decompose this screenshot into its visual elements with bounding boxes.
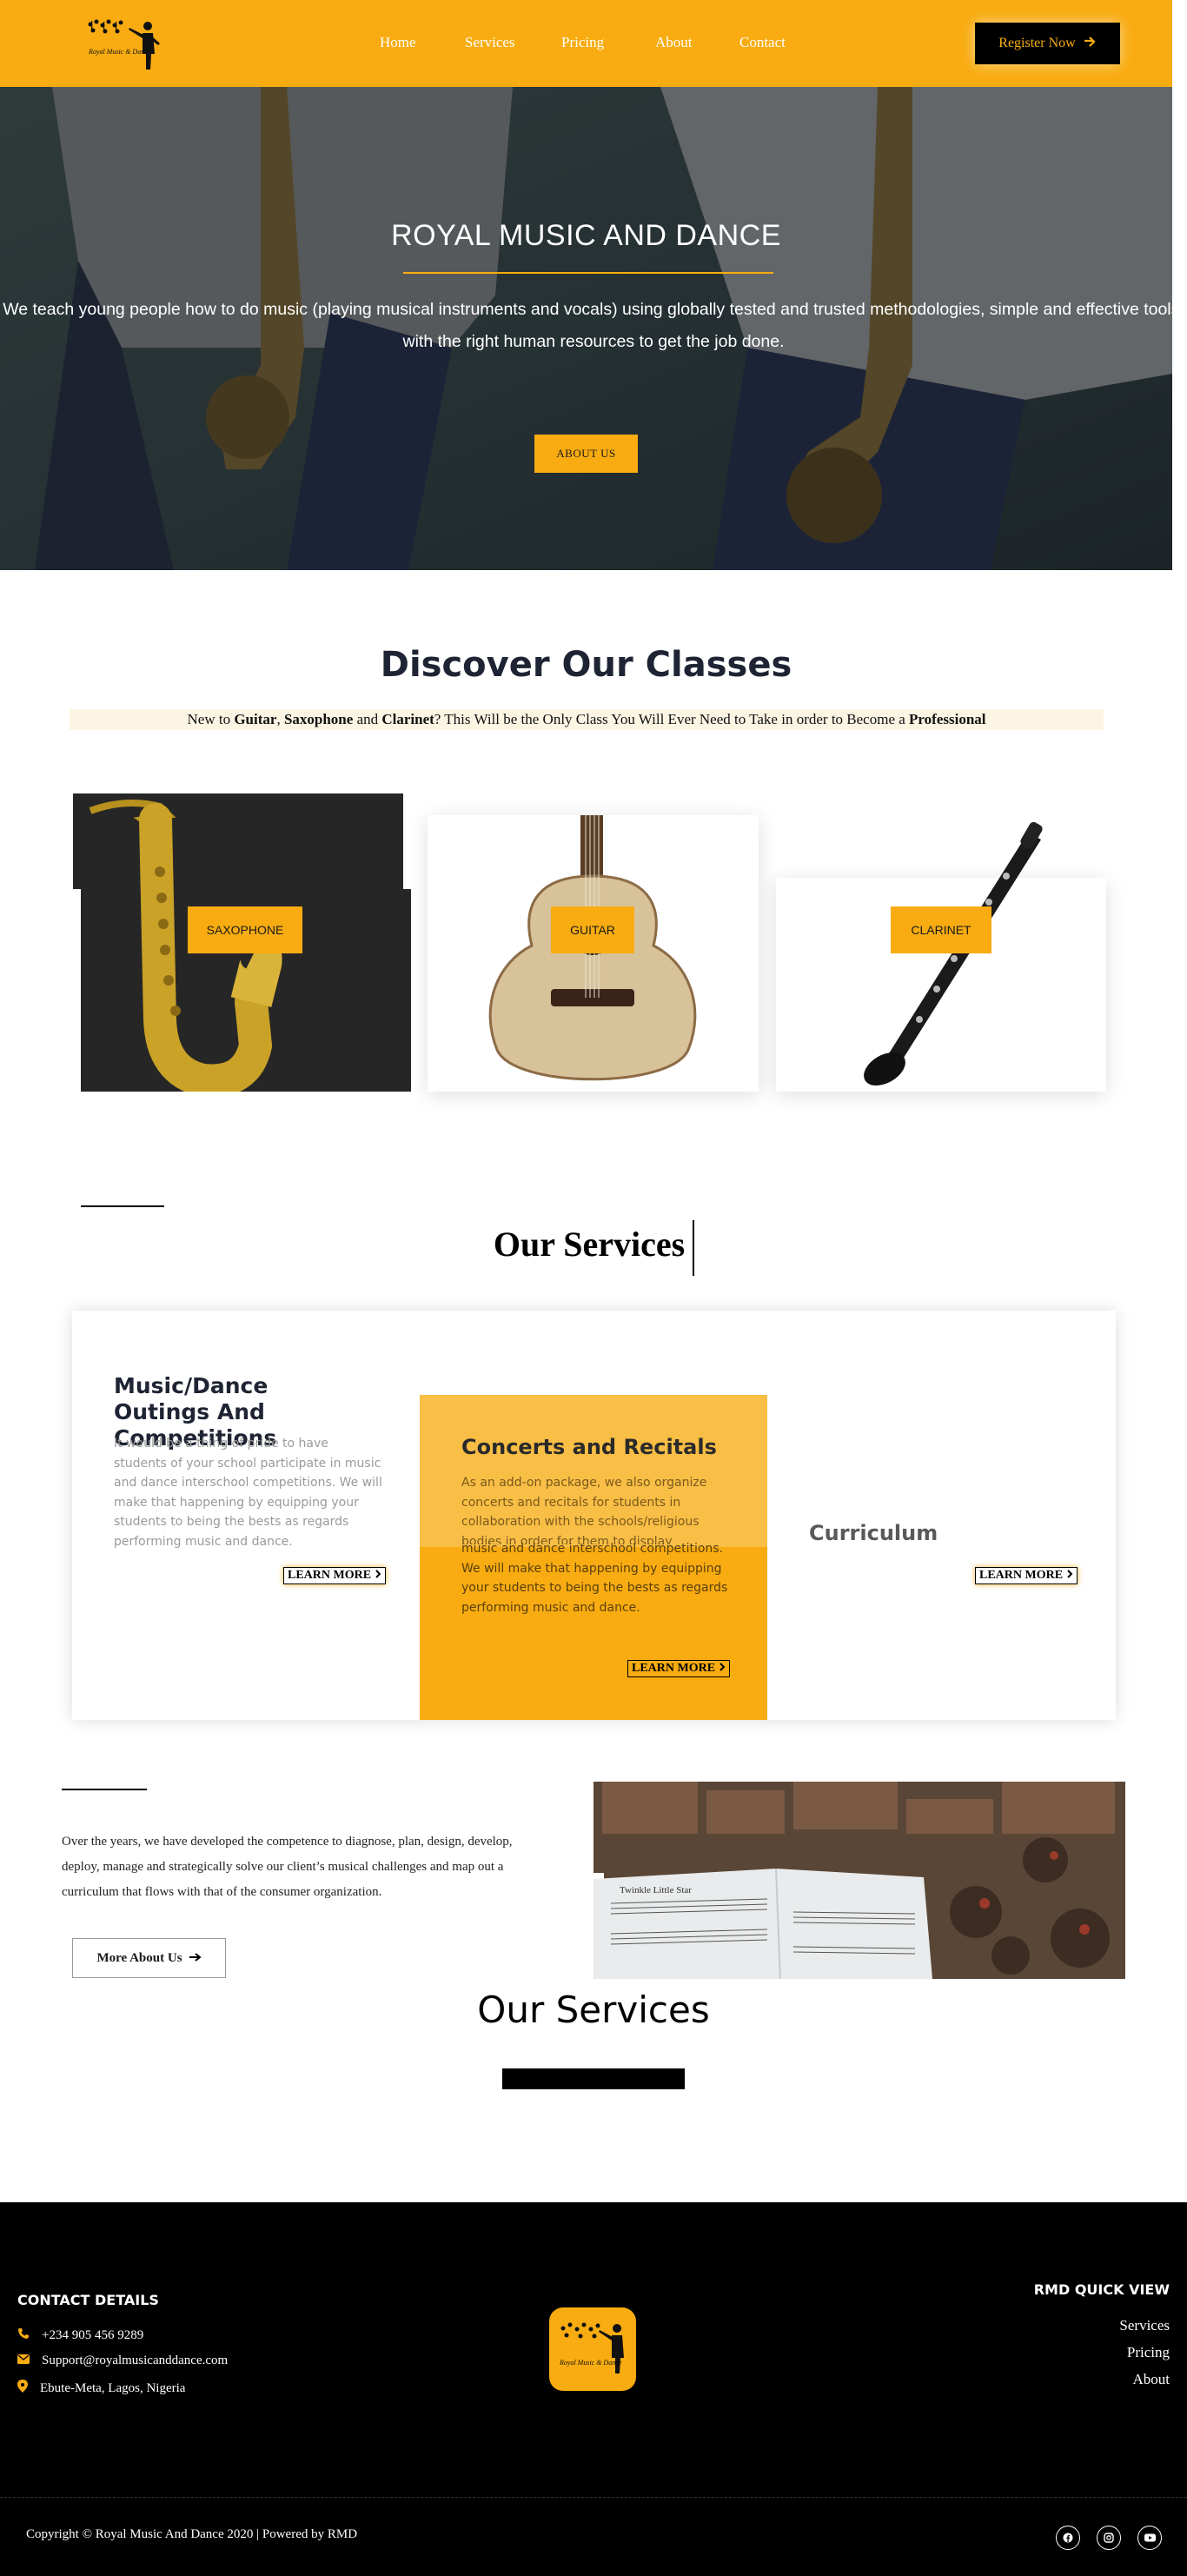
subtitle-clarinet: Clarinet [381, 711, 434, 727]
instagram-icon[interactable] [1097, 2526, 1121, 2550]
email-icon [17, 2354, 30, 2368]
guitar-label[interactable]: GUITAR [551, 906, 634, 953]
learn-more-label: LEARN MORE [288, 1569, 372, 1582]
arrow-right-icon [189, 1951, 202, 1966]
subtitle-text: New to [187, 711, 235, 727]
hero-title: ROYAL MUSIC AND DANCE [391, 219, 781, 252]
footer-link-services[interactable]: Services [1119, 2317, 1170, 2334]
arrow-right-icon [1084, 36, 1097, 51]
nav-contact[interactable]: Contact [739, 34, 786, 51]
service-title-concerts: Concerts and Recitals [461, 1435, 717, 1459]
contact-title: CONTACT DETAILS [17, 2292, 159, 2308]
more-about-us-button[interactable]: More About Us [72, 1938, 226, 1978]
copyright-text: Copyright © Royal Music And Dance 2020 |… [26, 2527, 358, 2541]
learn-more-button[interactable]: LEARN MORE [627, 1660, 731, 1677]
service-title-curriculum: Curriculum [809, 1521, 938, 1545]
site-footer: CONTACT DETAILS +234 905 456 9289 Suppor… [0, 2202, 1187, 2576]
services-bar [502, 2068, 685, 2089]
about-us-button[interactable]: ABOUT US [534, 435, 638, 473]
chevron-right-icon [1066, 1569, 1073, 1583]
contact-email[interactable]: Support@royalmusicanddance.com [17, 2354, 228, 2368]
typing-cursor [693, 1220, 694, 1276]
contact-phone[interactable]: +234 905 456 9289 [17, 2327, 143, 2344]
hero-section: ROYAL MUSIC AND DANCE We teach young peo… [0, 87, 1172, 570]
hero-divider [403, 272, 773, 274]
services-title: Our Services [493, 1225, 686, 1264]
subtitle-professional: Professional [909, 711, 986, 727]
more-about-us-label: More About Us [96, 1950, 182, 1965]
subtitle-text: and [353, 711, 382, 727]
discover-subtitle: New to Guitar, Saxophone and Clarinet? T… [70, 711, 1104, 728]
hero-description: We teach young people how to do music (p… [3, 300, 1172, 351]
subtitle-text: ? This Will be the Only Class You Will E… [434, 711, 910, 727]
subtitle-guitar: Guitar [234, 711, 277, 727]
subtitle-text: , [276, 711, 284, 727]
clarinet-image [864, 821, 1043, 1086]
learn-more-label: LEARN MORE [632, 1662, 716, 1675]
guitar-image [488, 815, 697, 1081]
services-title-2: Our Services [477, 1988, 710, 2031]
phone-icon [17, 2327, 30, 2344]
footer-link-pricing[interactable]: Pricing [1127, 2344, 1170, 2361]
learn-more-button[interactable]: LEARN MORE [975, 1567, 1078, 1584]
about-rule [62, 1789, 147, 1790]
quick-view-title: RMD QUICK VIEW [1033, 2281, 1170, 2298]
svg-text:Royal Music & Dance: Royal Music & Dance [88, 48, 151, 56]
services-rule [81, 1205, 164, 1207]
nav-pricing[interactable]: Pricing [561, 34, 604, 51]
chevron-right-icon [375, 1569, 381, 1583]
services-box: Music/Dance Outings And Competitions It … [72, 1311, 1116, 1720]
nav-about[interactable]: About [655, 34, 693, 51]
subtitle-saxophone: Saxophone [283, 711, 354, 727]
phone-text: +234 905 456 9289 [42, 2328, 144, 2342]
learn-more-button[interactable]: LEARN MORE [283, 1567, 387, 1584]
nav-home[interactable]: Home [380, 34, 416, 51]
service-text-concerts-overlap: music and dance interschool competitions… [461, 1542, 728, 1615]
footer-logo[interactable]: Royal Music & Dance [549, 2307, 636, 2391]
service-text-concerts: As an add-on package, we also organize c… [461, 1476, 707, 1544]
site-header: Royal Music & Dance Home Services Pricin… [0, 0, 1172, 87]
clarinet-label[interactable]: CLARINET [891, 906, 991, 953]
sheet-music-image: Twinkle Little Star [594, 1782, 1125, 1979]
logo[interactable]: Royal Music & Dance [82, 17, 163, 71]
register-now-button[interactable]: Register Now [975, 23, 1120, 64]
footer-link-about[interactable]: About [1133, 2371, 1170, 2388]
contact-address: Ebute-Meta, Lagos, Nigeria [17, 2380, 185, 2397]
about-text: Over the years, we have developed the co… [62, 1835, 513, 1899]
chevron-right-icon [719, 1662, 726, 1676]
facebook-icon[interactable] [1056, 2526, 1080, 2550]
service-text-outings: It would be a thing of pride to have stu… [114, 1437, 382, 1549]
learn-more-label: LEARN MORE [979, 1569, 1064, 1582]
guitar-card[interactable] [428, 815, 759, 1092]
footer-divider [0, 2497, 1187, 2498]
saxophone-label[interactable]: SAXOPHONE [188, 906, 302, 953]
email-text: Support@royalmusicanddance.com [42, 2354, 229, 2367]
youtube-icon[interactable] [1137, 2526, 1162, 2550]
register-now-label: Register Now [998, 36, 1076, 50]
nav-services[interactable]: Services [465, 34, 515, 51]
discover-title: Discover Our Classes [380, 645, 792, 685]
address-text: Ebute-Meta, Lagos, Nigeria [40, 2380, 186, 2395]
svg-text:Royal Music & Dance: Royal Music & Dance [559, 2359, 622, 2367]
sheet-title: Twinkle Little Star [620, 1885, 692, 1895]
location-pin-icon [17, 2380, 28, 2397]
